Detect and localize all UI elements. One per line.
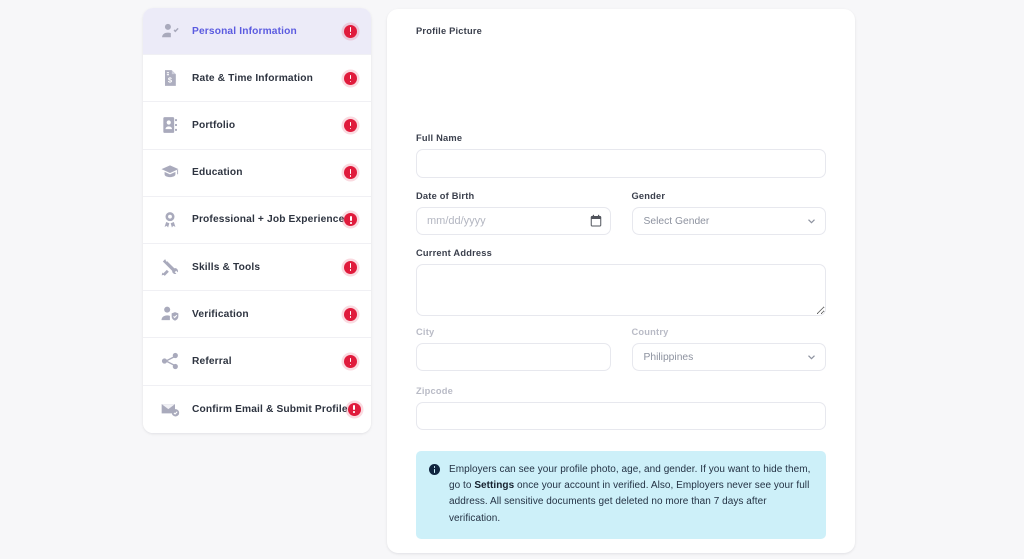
- full-name-input[interactable]: [416, 149, 826, 178]
- sidebar-item-label: Personal Information: [192, 26, 344, 37]
- country-field-group: Country Philippines: [632, 327, 827, 371]
- sidebar-item-label: Confirm Email & Submit Profile: [192, 404, 348, 415]
- error-badge: [344, 308, 357, 321]
- user-check-icon: [159, 20, 181, 42]
- sidebar-item-label: Rate & Time Information: [192, 73, 344, 84]
- contact-book-icon: [159, 114, 181, 136]
- privacy-info-text: Employers can see your profile photo, ag…: [449, 462, 812, 527]
- personal-information-form-panel: Profile Picture Full Name Date of Birth: [387, 9, 855, 553]
- country-label: Country: [632, 327, 827, 337]
- gender-field-group: Gender Select Gender: [632, 191, 827, 235]
- tools-icon: [159, 256, 181, 278]
- date-of-birth-input[interactable]: [416, 207, 611, 235]
- profile-setup-page: Personal Information $ Rate & Time Infor…: [0, 0, 1024, 559]
- sidebar-item-verification[interactable]: Verification: [143, 291, 371, 338]
- error-badge: [344, 25, 357, 38]
- sidebar-item-education[interactable]: Education: [143, 150, 371, 197]
- sidebar-item-confirm-email-submit-profile[interactable]: Confirm Email & Submit Profile: [143, 386, 371, 433]
- share-nodes-icon: [159, 350, 181, 372]
- full-name-field-group: Full Name: [416, 133, 826, 178]
- error-badge: [344, 72, 357, 85]
- city-field-group: City: [416, 327, 611, 371]
- sidebar-item-label: Portfolio: [192, 120, 344, 131]
- sidebar-item-personal-information[interactable]: Personal Information: [143, 8, 371, 55]
- sidebar-item-label: Referral: [192, 356, 344, 367]
- date-of-birth-field-group: Date of Birth: [416, 191, 611, 235]
- city-label: City: [416, 327, 611, 337]
- error-badge: [348, 403, 361, 416]
- error-badge: [344, 355, 357, 368]
- current-address-label: Current Address: [416, 248, 826, 258]
- sidebar-item-label: Education: [192, 167, 344, 178]
- current-address-textarea[interactable]: [416, 264, 826, 316]
- profile-picture-label: Profile Picture: [416, 26, 826, 36]
- error-badge: [344, 119, 357, 132]
- settings-link[interactable]: Settings: [474, 480, 514, 491]
- date-of-birth-label: Date of Birth: [416, 191, 611, 201]
- award-medal-icon: [159, 209, 181, 231]
- sidebar-item-rate-time-information[interactable]: $ Rate & Time Information: [143, 55, 371, 102]
- sidebar-item-portfolio[interactable]: Portfolio: [143, 102, 371, 149]
- privacy-info-banner: Employers can see your profile photo, ag…: [416, 451, 826, 539]
- email-check-icon: [159, 398, 181, 420]
- country-select[interactable]: Philippines: [632, 343, 827, 371]
- sidebar-item-label: Verification: [192, 309, 344, 320]
- city-country-row: City Country Philippines: [416, 327, 826, 371]
- profile-picture-section: Profile Picture: [416, 26, 826, 133]
- full-name-label: Full Name: [416, 133, 826, 143]
- gender-selected-value: Select Gender: [644, 216, 710, 227]
- gender-select[interactable]: Select Gender: [632, 207, 827, 235]
- zipcode-input[interactable]: [416, 402, 826, 430]
- gender-label: Gender: [632, 191, 827, 201]
- graduation-cap-icon: [159, 162, 181, 184]
- city-input[interactable]: [416, 343, 611, 371]
- error-badge: [344, 213, 357, 226]
- info-icon: [429, 464, 440, 475]
- profile-sections-sidebar: Personal Information $ Rate & Time Infor…: [143, 8, 371, 433]
- error-badge: [344, 261, 357, 274]
- dob-gender-row: Date of Birth Gender Select Gender: [416, 191, 826, 235]
- zipcode-label: Zipcode: [416, 386, 826, 396]
- sidebar-item-label: Skills & Tools: [192, 262, 344, 273]
- user-shield-icon: [159, 303, 181, 325]
- current-address-field-group: Current Address: [416, 248, 826, 316]
- profile-picture-upload-area[interactable]: [416, 36, 826, 120]
- zipcode-field-group: Zipcode: [416, 386, 826, 430]
- error-badge: [344, 166, 357, 179]
- sidebar-item-skills-tools[interactable]: Skills & Tools: [143, 244, 371, 291]
- sidebar-item-referral[interactable]: Referral: [143, 338, 371, 385]
- sidebar-item-professional-job-experience[interactable]: Professional + Job Experience: [143, 197, 371, 244]
- sidebar-item-label: Professional + Job Experience: [192, 214, 344, 225]
- document-dollar-icon: $: [159, 67, 181, 89]
- country-selected-value: Philippines: [644, 352, 694, 363]
